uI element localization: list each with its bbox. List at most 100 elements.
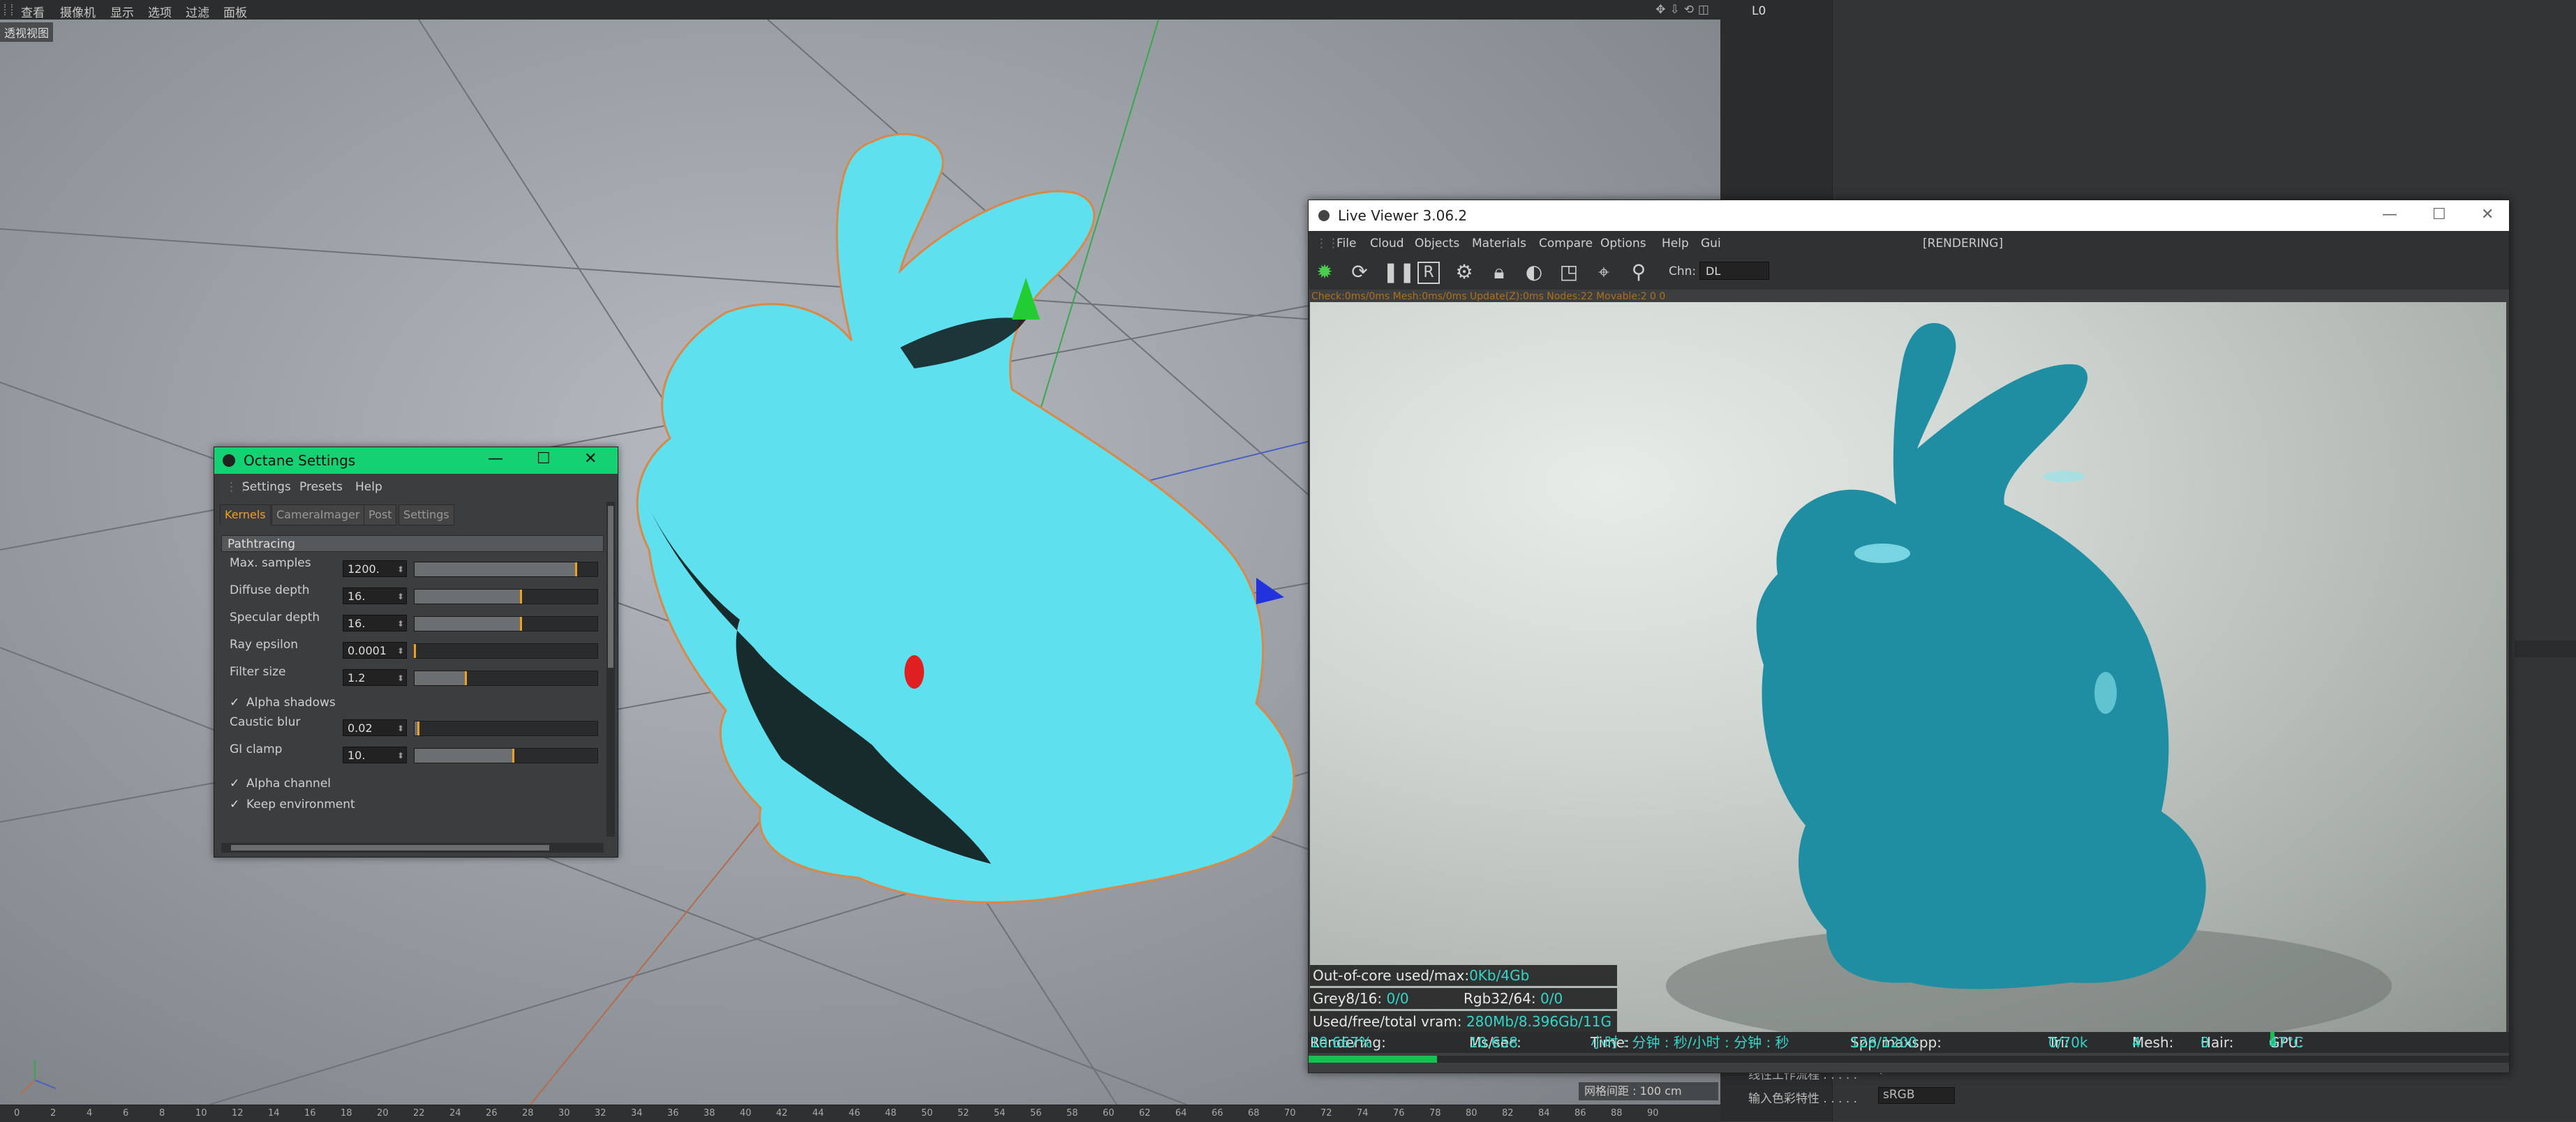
- timeline-tick: 0: [14, 1108, 20, 1119]
- ooc-label: Out-of-core used/max:: [1313, 967, 1470, 984]
- pause-render-icon[interactable]: ❚❚: [1383, 260, 1415, 284]
- region-select-icon[interactable]: ◳: [1557, 260, 1581, 284]
- horizontal-scrollbar[interactable]: [221, 843, 604, 853]
- attr-row-input-color-profile[interactable]: 输入色彩特性 . . . . . sRGB: [1748, 1087, 2279, 1106]
- param-value-field[interactable]: 1200.: [343, 560, 407, 578]
- grey-label: Grey8/16:: [1313, 990, 1387, 1007]
- rgb-label: Rgb32/64:: [1464, 990, 1541, 1007]
- section-pathtracing[interactable]: Pathtracing: [221, 535, 604, 552]
- close-button[interactable]: ✕: [2481, 206, 2494, 223]
- checkbox[interactable]: ✓: [230, 798, 239, 811]
- timeline-ruler[interactable]: 0 2 4 6 8 10 12 14 16 18 20 22 24 26 28 30 32 34 36 38 40 42 4…: [0, 1105, 1720, 1122]
- checkbox-label: Keep environment: [246, 798, 355, 811]
- menu-presets[interactable]: Presets: [299, 480, 343, 494]
- timeline-tick: 76: [1393, 1108, 1405, 1119]
- menu-view[interactable]: 查看: [21, 3, 45, 20]
- hair-value: 0: [2201, 1034, 2210, 1051]
- menu-options[interactable]: 选项: [148, 3, 172, 20]
- minimize-button[interactable]: —: [2382, 206, 2397, 223]
- pick-material-icon[interactable]: ⚲: [1627, 260, 1651, 284]
- param-slider[interactable]: [414, 721, 598, 736]
- menu-panel[interactable]: 面板: [223, 3, 247, 20]
- maximize-button[interactable]: ☐: [2432, 206, 2446, 223]
- param-value-field[interactable]: 16.: [343, 615, 407, 632]
- check-alpha-channel[interactable]: ✓ Alpha channel: [224, 775, 573, 793]
- param-slider[interactable]: [414, 589, 598, 604]
- checkbox[interactable]: ✓: [230, 696, 239, 710]
- param-value-field[interactable]: 10.: [343, 747, 407, 764]
- timeline-tick: 72: [1320, 1108, 1332, 1119]
- render-canvas[interactable]: Out-of-core used/max:0Kb/4Gb Grey8/16: 0…: [1310, 302, 2506, 1032]
- material-ball-icon[interactable]: ◐: [1522, 260, 1546, 284]
- param-slider[interactable]: [414, 562, 598, 577]
- menu-filter[interactable]: 过滤: [186, 3, 209, 20]
- timeline-tick: 18: [341, 1108, 352, 1119]
- color-profile-select[interactable]: sRGB: [1878, 1087, 1955, 1104]
- scroll-thumb[interactable]: [231, 845, 549, 851]
- host-menu-bar: 查看 摄像机 显示 选项 过滤 面板 ✥⇩⟲◫: [0, 0, 1720, 20]
- minimize-button[interactable]: —: [488, 450, 503, 468]
- timeline-tick: 78: [1429, 1108, 1441, 1119]
- live-viewer-window: Live Viewer 3.06.2 — ☐ ✕ ⋮⋮ File Cloud O…: [1308, 200, 2510, 1073]
- maximize-button[interactable]: ☐: [537, 450, 551, 468]
- menu-compare[interactable]: Compare: [1539, 237, 1593, 250]
- param-value-field[interactable]: 0.02: [343, 719, 407, 737]
- restart-render-icon[interactable]: ⟳: [1348, 260, 1371, 284]
- timeline-tick: 86: [1574, 1108, 1586, 1119]
- menu-options[interactable]: Options: [1600, 237, 1646, 250]
- spp-value: 128/1200: [1850, 1034, 1917, 1051]
- param-value-field[interactable]: 0.0001: [343, 642, 407, 659]
- menu-camera[interactable]: 摄像机: [60, 3, 96, 20]
- tab-post[interactable]: Post: [364, 504, 397, 525]
- lock-icon[interactable]: 🔒︎: [1487, 260, 1511, 284]
- x-axis-handle[interactable]: [904, 655, 924, 689]
- menu-file[interactable]: File: [1337, 237, 1356, 250]
- vram-value: 280Mb/8.396Gb/11G: [1466, 1013, 1611, 1030]
- timeline-tick: 30: [558, 1108, 570, 1119]
- send-scene-icon[interactable]: ✹: [1313, 260, 1337, 284]
- close-button[interactable]: ✕: [584, 450, 597, 468]
- param-slider[interactable]: [414, 616, 598, 631]
- ms-value: 10.658: [1469, 1034, 1518, 1051]
- param-diffuse-depth: Diffuse depth 16.: [224, 583, 606, 605]
- param-slider[interactable]: [414, 671, 598, 686]
- menu-help[interactable]: Help: [1662, 237, 1689, 250]
- scroll-thumb[interactable]: [608, 506, 613, 668]
- timeline-tick: 38: [703, 1108, 715, 1119]
- menu-settings[interactable]: Settings: [242, 480, 291, 494]
- pick-focus-icon[interactable]: ⌖: [1592, 260, 1616, 284]
- live-viewer-titlebar[interactable]: Live Viewer 3.06.2 — ☐ ✕: [1309, 200, 2509, 231]
- menu-cloud[interactable]: Cloud: [1370, 237, 1404, 250]
- param-slider[interactable]: [414, 643, 598, 659]
- z-axis-handle[interactable]: [1256, 578, 1284, 604]
- octane-settings-titlebar[interactable]: Octane Settings — ☐ ✕: [214, 447, 618, 474]
- param-slider[interactable]: [414, 748, 598, 763]
- menu-materials[interactable]: Materials: [1472, 237, 1526, 250]
- menu-grip-icon: [4, 4, 13, 15]
- menu-display[interactable]: 显示: [110, 3, 134, 20]
- menu-gui[interactable]: Gui: [1701, 237, 1721, 250]
- param-value-field[interactable]: 16.: [343, 588, 407, 605]
- vertical-scrollbar[interactable]: [606, 502, 615, 837]
- settings-gear-icon[interactable]: ⚙: [1452, 260, 1476, 284]
- menu-help[interactable]: Help: [355, 480, 382, 494]
- tab-settings[interactable]: Settings: [399, 504, 454, 525]
- param-label: Filter size: [230, 665, 286, 679]
- channel-select[interactable]: DL: [1699, 262, 1769, 280]
- check-keep-environment[interactable]: ✓ Keep environment: [224, 796, 573, 814]
- timeline-tick: 68: [1248, 1108, 1260, 1119]
- checkbox[interactable]: ✓: [230, 777, 239, 791]
- viewport-nav-icons[interactable]: ✥⇩⟲◫: [1655, 3, 1713, 17]
- panel-tool-icons[interactable]: [2515, 641, 2576, 657]
- tab-kernels[interactable]: Kernels: [220, 504, 271, 525]
- param-value-field[interactable]: 1.2: [343, 669, 407, 687]
- check-alpha-shadows[interactable]: ✓ Alpha shadows: [224, 694, 573, 712]
- region-render-icon[interactable]: R: [1417, 262, 1440, 284]
- param-caustic-blur: Caustic blur 0.02: [224, 715, 606, 737]
- menu-objects[interactable]: Objects: [1415, 237, 1459, 250]
- bunny-model[interactable]: [636, 133, 1295, 904]
- tab-cameraimager[interactable]: CameraImager: [271, 504, 365, 525]
- render-progress-bar: [1309, 1056, 2509, 1063]
- render-image: [1666, 323, 2392, 1032]
- layer-label[interactable]: L0: [1752, 4, 1766, 18]
